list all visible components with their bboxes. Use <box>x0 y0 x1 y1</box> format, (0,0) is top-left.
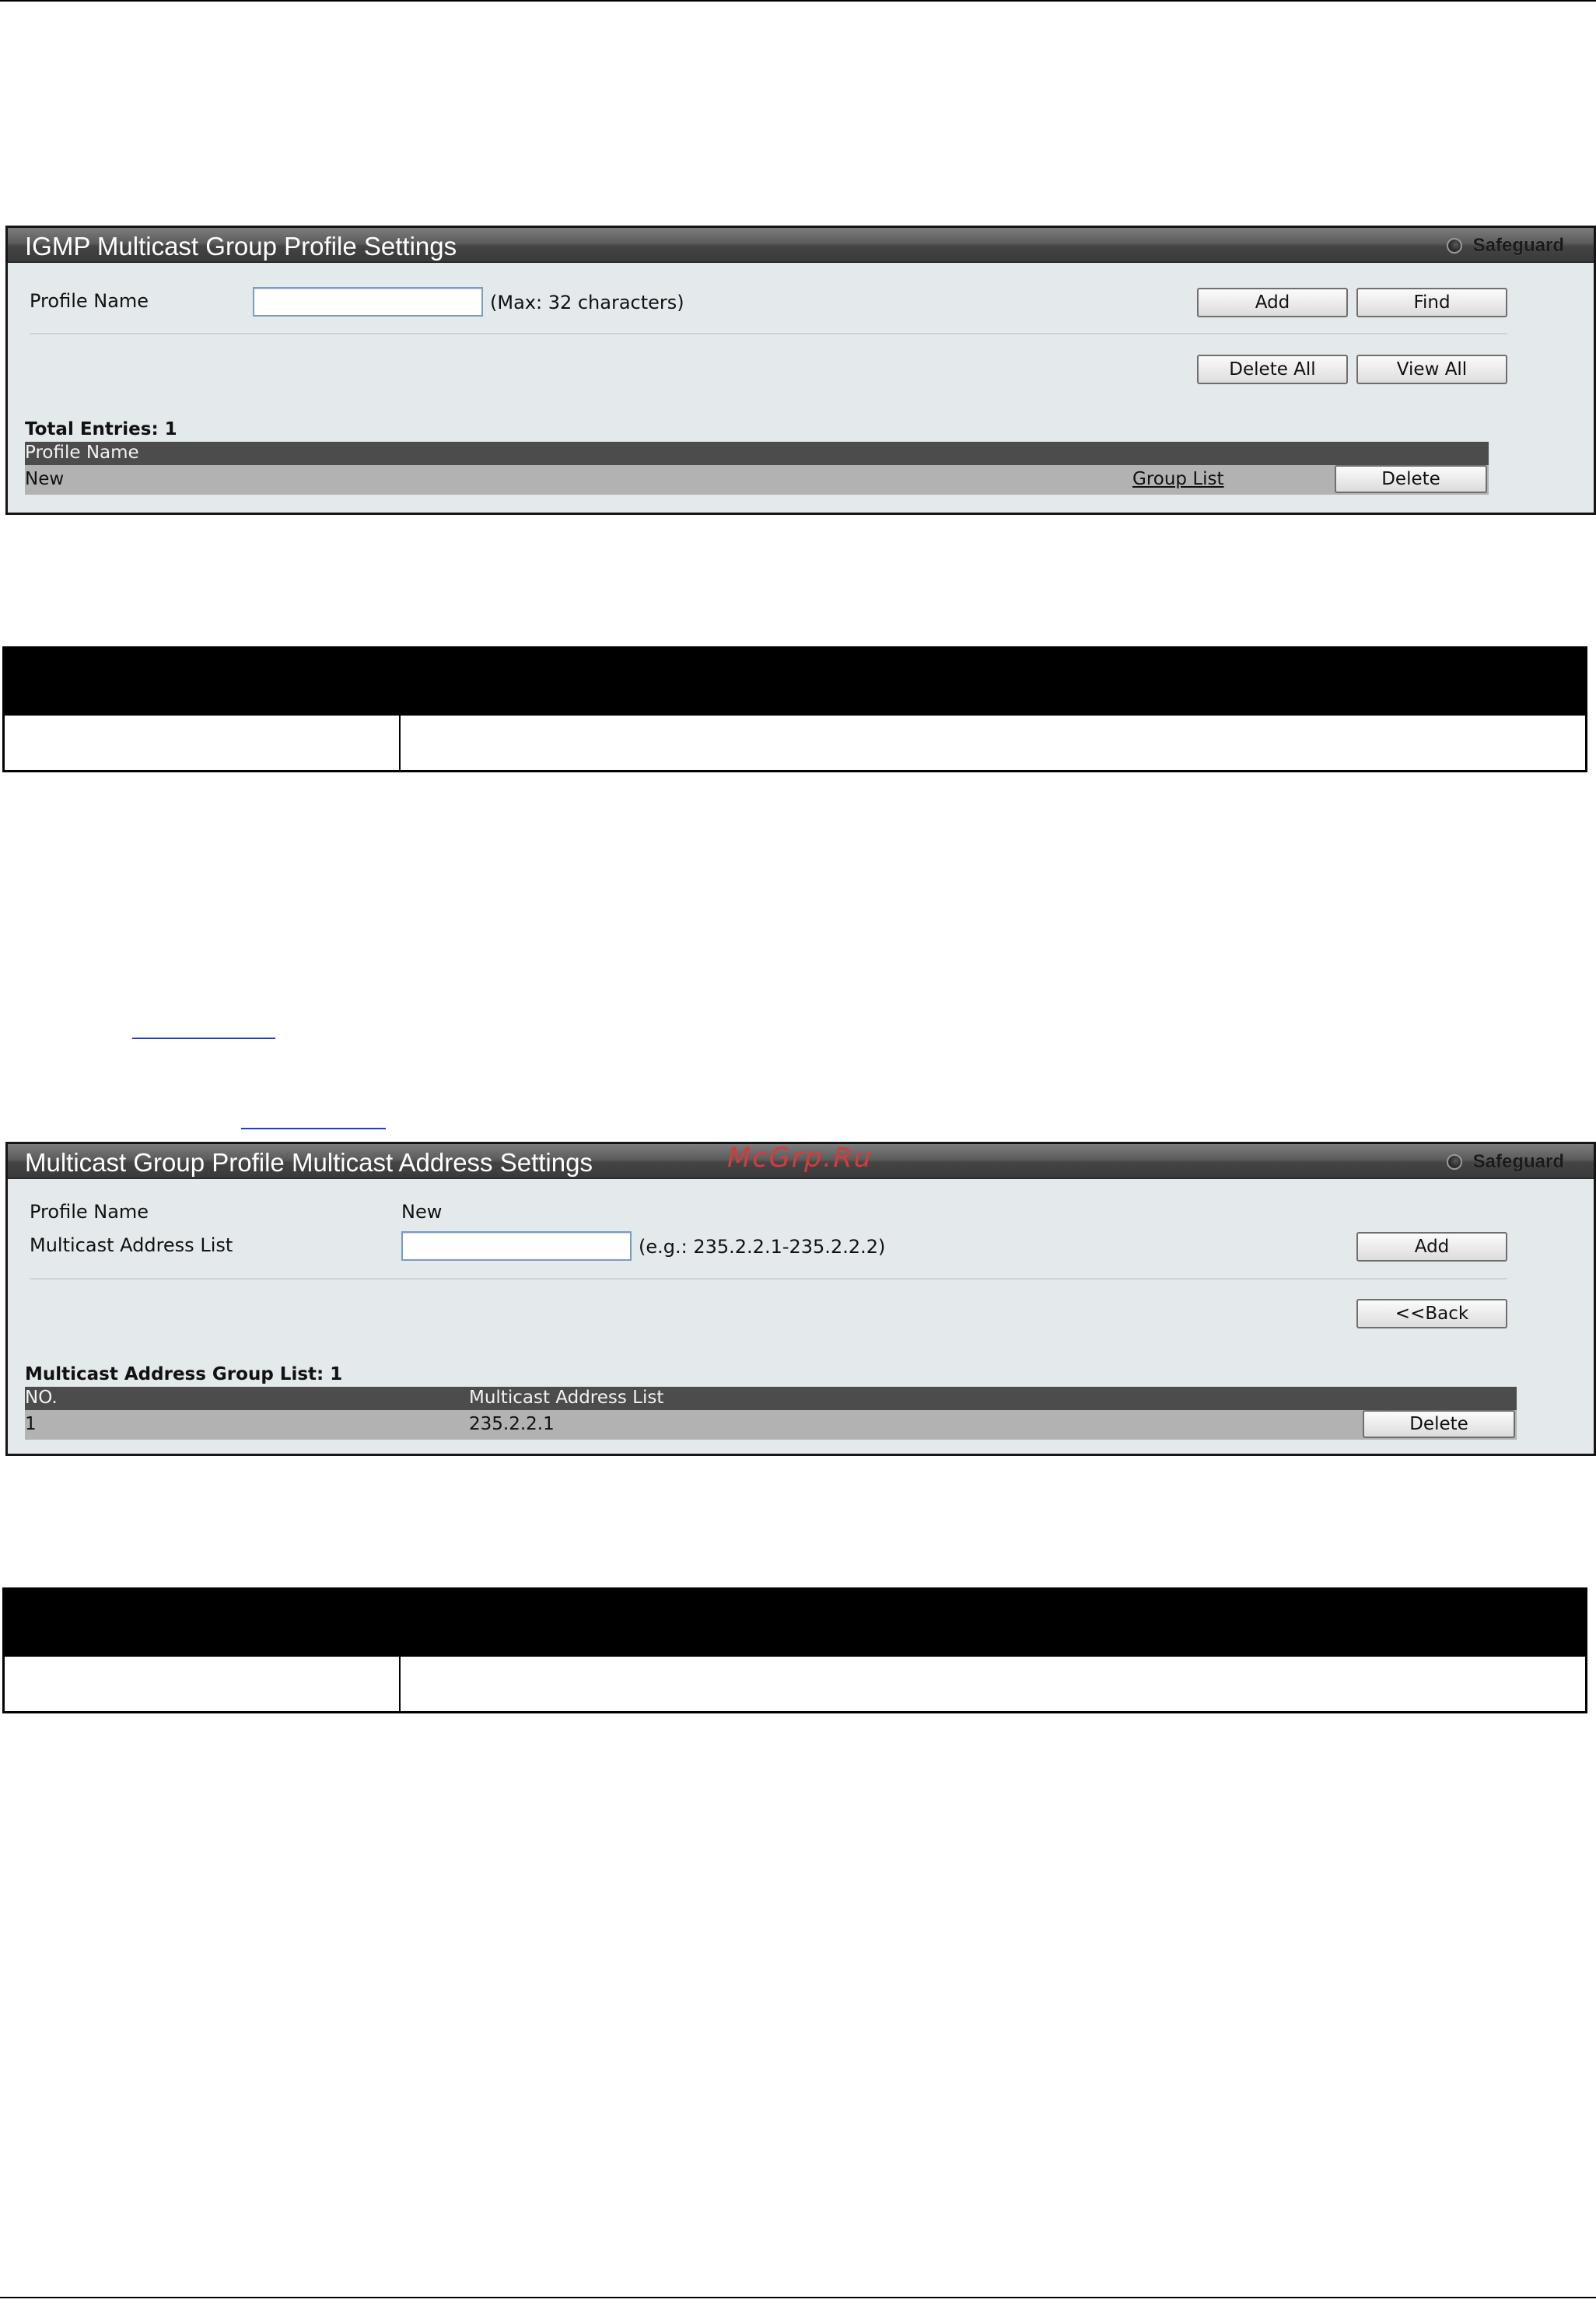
safeguard-label: Safeguard <box>1472 235 1564 256</box>
add-button[interactable]: Add <box>1356 1232 1507 1262</box>
find-button[interactable]: Find <box>1356 288 1507 317</box>
table-row: 1 235.2.2.1 Delete <box>25 1410 1517 1440</box>
panel-title: Multicast Group Profile Multicast Addres… <box>25 1148 593 1177</box>
profile-name-label: Profile Name <box>30 290 149 312</box>
safeguard-indicator: Safeguard <box>1446 1151 1564 1172</box>
multicast-address-input[interactable] <box>401 1231 632 1261</box>
safeguard-icon <box>1446 238 1462 254</box>
multicast-address-list-label: Multicast Address List <box>30 1234 233 1256</box>
delete-all-button[interactable]: Delete All <box>1197 355 1348 384</box>
max-characters-hint: (Max: 32 characters) <box>490 292 684 313</box>
watermark: McGrp.Ru <box>727 1143 873 1174</box>
form-separator <box>30 333 1507 334</box>
parameter-table-header <box>5 1590 1585 1657</box>
profile-name-input[interactable] <box>253 287 483 317</box>
panel-title: IGMP Multicast Group Profile Settings <box>25 232 457 261</box>
hyperlink-underline[interactable] <box>241 1128 386 1129</box>
back-button[interactable]: <<Back <box>1356 1299 1507 1328</box>
column-divider <box>399 1590 401 1657</box>
parameter-table-row <box>5 716 1585 770</box>
address-table-header: NO. Multicast Address List <box>25 1387 1517 1410</box>
add-button[interactable]: Add <box>1197 288 1348 317</box>
example-hint: (e.g.: 235.2.2.1-235.2.2.2) <box>639 1236 886 1258</box>
column-header-address-list: Multicast Address List <box>469 1388 664 1408</box>
delete-row-button[interactable]: Delete <box>1335 465 1487 493</box>
igmp-profile-settings-panel: IGMP Multicast Group Profile Settings Sa… <box>5 226 1596 515</box>
column-divider <box>399 649 401 716</box>
group-list-link[interactable]: Group List <box>1132 469 1224 489</box>
column-divider <box>399 716 401 770</box>
view-all-button[interactable]: View All <box>1356 355 1507 384</box>
profile-name-value: New <box>401 1201 443 1223</box>
delete-row-button[interactable]: Delete <box>1363 1410 1515 1438</box>
hyperlink-underline[interactable] <box>132 1038 275 1039</box>
parameter-table-header <box>5 649 1585 716</box>
table-row: New Group List Delete <box>25 465 1489 495</box>
safeguard-indicator: Safeguard <box>1446 235 1564 256</box>
column-header-no: NO. <box>25 1388 58 1408</box>
parameter-table-row <box>5 1657 1585 1711</box>
page-top-rule <box>0 0 1596 2</box>
row-number-cell: 1 <box>25 1414 37 1434</box>
form-separator <box>30 1278 1507 1279</box>
profile-table-header: Profile Name <box>25 442 1489 465</box>
multicast-address-settings-panel: Multicast Group Profile Multicast Addres… <box>5 1142 1596 1456</box>
panel-title-bar: Multicast Group Profile Multicast Addres… <box>8 1143 1594 1179</box>
parameter-description-table <box>2 1587 1587 1713</box>
page-bottom-rule <box>0 2297 1596 2298</box>
panel-title-bar: IGMP Multicast Group Profile Settings Sa… <box>8 228 1594 263</box>
column-divider <box>399 1657 401 1711</box>
safeguard-icon <box>1446 1154 1462 1170</box>
safeguard-label: Safeguard <box>1472 1151 1564 1172</box>
total-entries: Total Entries: 1 <box>25 419 177 439</box>
profile-name-label: Profile Name <box>30 1201 149 1223</box>
address-cell: 235.2.2.1 <box>469 1414 555 1434</box>
column-header-profile-name: Profile Name <box>25 443 139 463</box>
parameter-description-table <box>2 646 1587 772</box>
group-list-count: Multicast Address Group List: 1 <box>25 1364 343 1384</box>
profile-name-cell: New <box>25 469 65 489</box>
